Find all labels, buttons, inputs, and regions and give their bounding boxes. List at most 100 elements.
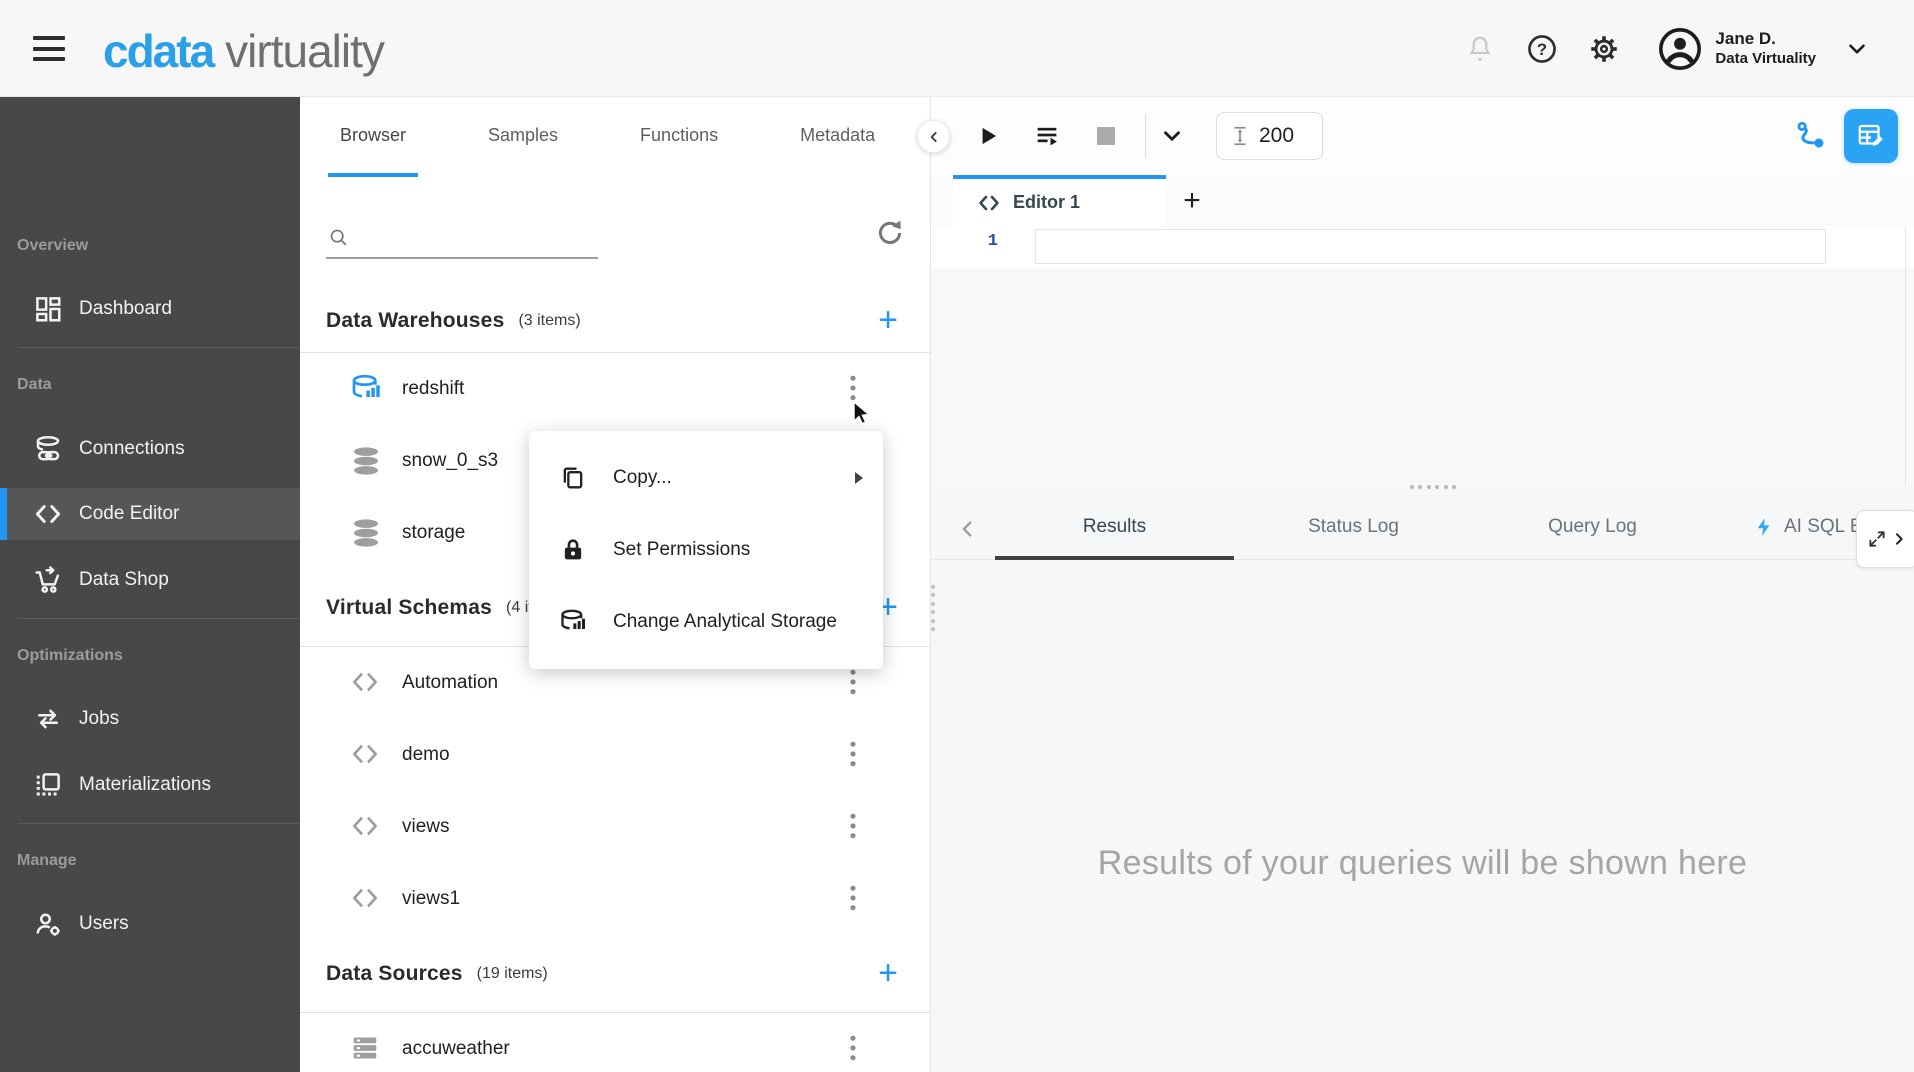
jobs-icon — [33, 704, 63, 734]
lineage-icon — [1797, 121, 1824, 148]
code-area[interactable]: 1 — [931, 226, 1914, 488]
table-edit-icon — [1858, 124, 1883, 146]
expand-results-button[interactable] — [1856, 510, 1914, 568]
group-title: Data Warehouses — [326, 309, 505, 332]
users-icon — [33, 909, 63, 939]
results-placeholder-text: Results of your queries will be shown he… — [1097, 844, 1748, 882]
tab-metadata[interactable]: Metadata — [788, 97, 887, 177]
item-menu-kebab-icon[interactable] — [836, 882, 870, 916]
item-menu-kebab-icon[interactable] — [836, 666, 870, 700]
menu-item-copy[interactable]: Copy... — [529, 442, 883, 514]
item-menu-kebab-icon[interactable] — [836, 372, 870, 406]
notifications-bell-icon[interactable] — [1463, 32, 1497, 66]
settings-gear-icon[interactable] — [1587, 32, 1621, 66]
user-menu-chevron-down-icon[interactable] — [1840, 32, 1874, 66]
add-data-warehouse-button[interactable]: + — [871, 302, 905, 340]
tab-functions[interactable]: Functions — [628, 97, 730, 177]
sidebar-section-overview: Overview — [17, 237, 89, 254]
add-editor-tab-button[interactable]: + — [1166, 175, 1218, 226]
sidebar-item-dashboard[interactable]: Dashboard — [0, 283, 300, 335]
data-lineage-button[interactable] — [1794, 118, 1830, 154]
toolbar-divider — [1145, 114, 1146, 158]
code-line-row: 1 — [931, 226, 1914, 268]
editor-scrollbar[interactable] — [1905, 226, 1906, 486]
tab-status-log[interactable]: Status Log — [1234, 498, 1473, 560]
sidebar-item-users[interactable]: Users — [0, 898, 300, 950]
row-limit-icon — [1234, 126, 1246, 146]
user-org: Data Virtuality — [1715, 49, 1816, 67]
tab-results[interactable]: Results — [995, 498, 1234, 560]
run-query-button[interactable] — [975, 123, 1001, 149]
play-icon — [982, 127, 997, 145]
sidebar-item-materializations[interactable]: Materializations — [0, 759, 300, 811]
tabs-scroll-left-chevron-icon[interactable] — [951, 512, 985, 546]
row-limit-input[interactable] — [1259, 124, 1313, 148]
horizontal-splitter-handle[interactable] — [1410, 483, 1456, 491]
tab-editor-1[interactable]: Editor 1 — [953, 175, 1166, 226]
hamburger-menu-icon[interactable] — [33, 36, 65, 61]
tree-item-label: Automation — [402, 672, 499, 693]
run-list-icon — [1037, 127, 1057, 146]
tree-item-views[interactable]: views — [300, 791, 930, 863]
vertical-splitter-handle[interactable] — [929, 585, 937, 631]
tree-item-label: snow_0_s3 — [402, 450, 499, 471]
visual-query-editor-button[interactable] — [1844, 109, 1898, 163]
run-all-button[interactable] — [1033, 122, 1061, 150]
user-avatar[interactable] — [1657, 26, 1703, 72]
menu-item-label: Copy... — [613, 467, 672, 488]
tree-item-demo[interactable]: demo — [300, 719, 930, 791]
code-icon — [350, 739, 382, 771]
analytical-storage-icon — [559, 608, 587, 636]
sidebar-section-optimizations: Optimizations — [17, 647, 123, 664]
tab-browser[interactable]: Browser — [328, 97, 419, 177]
editor-tab-label: Editor 1 — [1013, 192, 1081, 212]
tree-item-redshift[interactable]: redshift — [300, 353, 930, 425]
sidebar-item-jobs[interactable]: Jobs — [0, 693, 300, 745]
sidebar-divider — [18, 347, 300, 348]
materializations-icon — [33, 770, 63, 800]
menu-item-label: Change Analytical Storage — [613, 611, 837, 632]
sidebar-item-label: Connections — [79, 438, 185, 459]
stop-query-button[interactable] — [1097, 127, 1115, 145]
svg-text:?: ? — [1537, 39, 1547, 58]
tree-item-label: accuweather — [402, 1038, 510, 1059]
sidebar-item-label: Data Shop — [79, 569, 169, 590]
browser-panel-tabs: Browser Samples Functions Metadata — [300, 97, 930, 177]
logo-cdata-text: cdata — [103, 25, 215, 77]
add-data-source-button[interactable]: + — [871, 955, 905, 993]
dashboard-icon — [33, 294, 63, 324]
lightning-bolt-icon — [1757, 518, 1770, 536]
results-tabbar: Results Status Log Query Log AI SQL E — [931, 498, 1914, 568]
line-number: 1 — [987, 232, 998, 251]
sidebar-item-data-shop[interactable]: Data Shop — [0, 554, 300, 606]
user-name: Jane D. — [1715, 29, 1776, 49]
menu-item-change-analytical-storage[interactable]: Change Analytical Storage — [529, 586, 883, 658]
sidebar-section-manage: Manage — [17, 852, 77, 869]
collapse-browser-panel-button[interactable] — [917, 120, 950, 153]
group-count: (19 items) — [476, 964, 548, 982]
code-icon — [350, 811, 382, 843]
tree-item-label: views1 — [402, 888, 461, 909]
row-limit-control[interactable] — [1216, 112, 1323, 160]
tree-item-views1[interactable]: views1 — [300, 863, 930, 935]
sidebar-divider — [18, 823, 300, 824]
code-icon — [979, 195, 999, 210]
sidebar-item-label: Users — [79, 913, 129, 934]
user-info[interactable]: Jane D. Data Virtuality — [1715, 29, 1816, 67]
analytical-storage-icon — [350, 373, 382, 405]
menu-item-set-permissions[interactable]: Set Permissions — [529, 514, 883, 586]
tree-item-accuweather[interactable]: accuweather — [300, 1013, 930, 1072]
item-menu-kebab-icon[interactable] — [836, 1032, 870, 1066]
sidebar-item-connections[interactable]: Connections — [0, 423, 300, 475]
sidebar-section-data: Data — [17, 376, 52, 393]
tab-query-log[interactable]: Query Log — [1473, 498, 1712, 560]
chevron-left-icon — [930, 131, 937, 142]
help-icon[interactable]: ? — [1525, 32, 1559, 66]
top-bar: cdata virtuality ? Jane D. Data Virtuali… — [0, 0, 1914, 97]
sidebar-item-code-editor[interactable]: Code Editor — [0, 488, 300, 540]
item-menu-kebab-icon[interactable] — [836, 810, 870, 844]
tab-samples[interactable]: Samples — [476, 97, 570, 177]
code-line-input[interactable] — [1035, 229, 1826, 264]
run-options-chevron-down-icon[interactable] — [1158, 122, 1186, 150]
item-menu-kebab-icon[interactable] — [836, 738, 870, 772]
